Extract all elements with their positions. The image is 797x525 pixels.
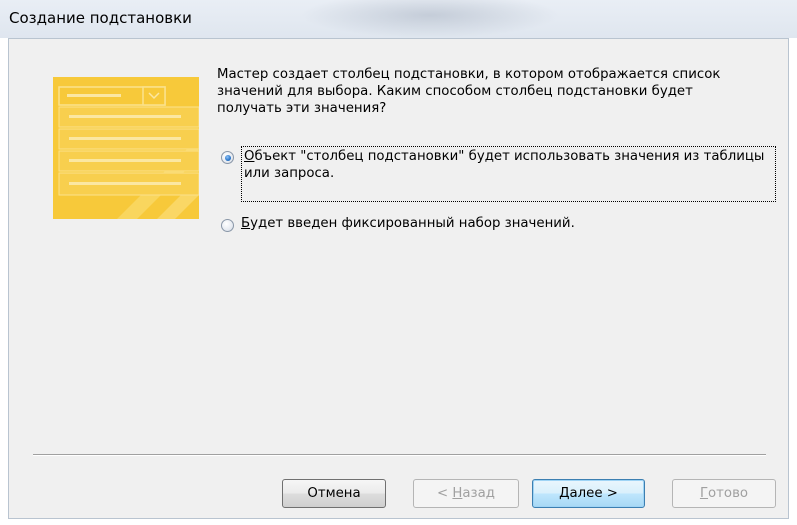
option-label-text: бъект "столбец подстановки" будет исполь…: [244, 149, 765, 181]
button-divider: [33, 454, 766, 456]
dialog-title: Создание подстановки: [9, 9, 192, 27]
finish-button[interactable]: Готово: [672, 479, 776, 508]
option-hotkey: О: [244, 149, 255, 164]
option-label-text: удет введен фиксированный набор значений…: [250, 216, 575, 231]
next-button-hotkey: Д: [559, 486, 570, 501]
back-button[interactable]: < Назад: [413, 479, 519, 508]
cancel-button-label: Отмена: [307, 486, 361, 501]
option-label[interactable]: Объект "столбец подстановки" будет испол…: [241, 146, 776, 202]
radio-unselected-icon[interactable]: [221, 219, 234, 232]
wizard-illustration: [53, 77, 199, 219]
cancel-button[interactable]: Отмена: [282, 479, 386, 508]
wizard-description: Мастер создает столбец подстановки, в ко…: [217, 67, 721, 116]
lookup-column-icon: [58, 86, 199, 219]
option-hotkey: Б: [241, 216, 251, 231]
option-lookup-from-table[interactable]: Объект "столбец подстановки" будет испол…: [221, 146, 776, 202]
next-button[interactable]: Далее >: [532, 479, 645, 508]
back-button-label: азад: [462, 486, 495, 501]
back-button-hotkey: Н: [452, 486, 463, 501]
finish-button-label: отово: [708, 486, 749, 501]
option-fixed-values[interactable]: Будет введен фиксированный набор значени…: [221, 215, 776, 232]
next-button-label: алее >: [569, 486, 618, 501]
background-blur: [300, 0, 560, 38]
screen: Создание подстановки Мастер создает стол…: [0, 0, 797, 525]
option-label[interactable]: Будет введен фиксированный набор значени…: [241, 215, 575, 232]
back-button-prefix: <: [437, 486, 453, 501]
radio-selected-icon[interactable]: [221, 151, 234, 164]
finish-button-hotkey: Г: [699, 486, 709, 501]
lookup-wizard-dialog: Мастер создает столбец подстановки, в ко…: [8, 38, 789, 519]
